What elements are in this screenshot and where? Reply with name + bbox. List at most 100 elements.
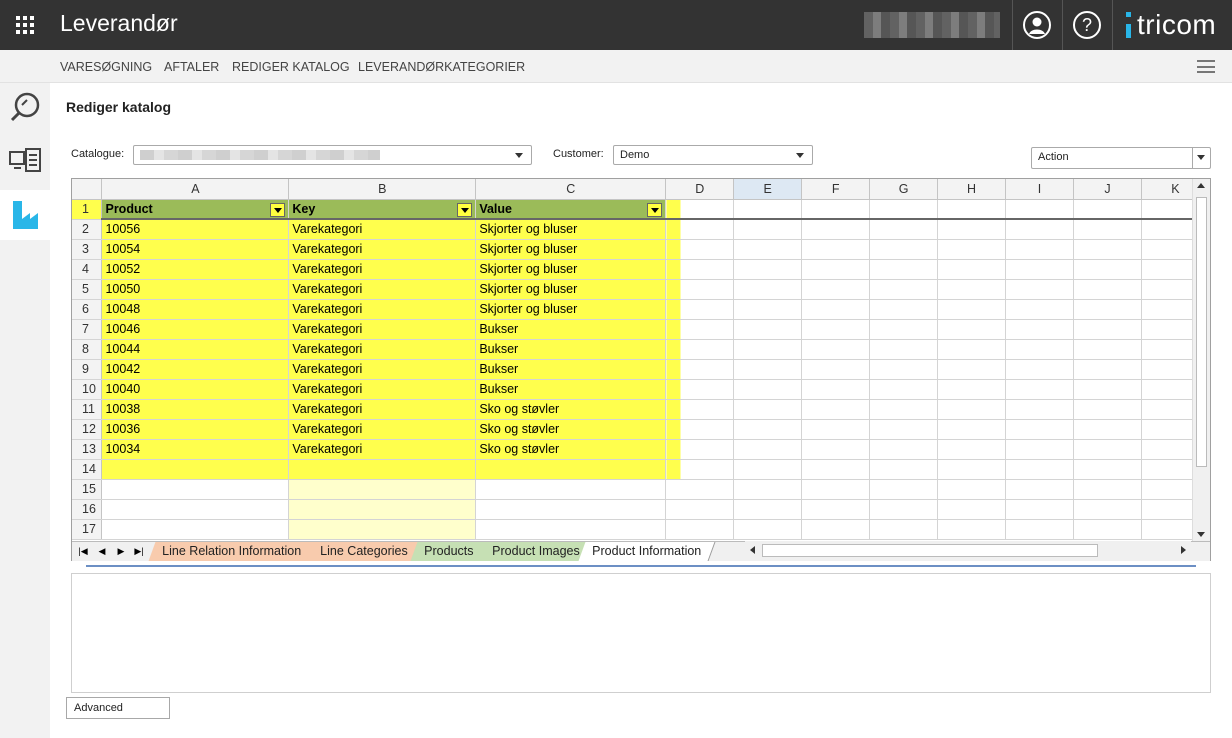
cell[interactable] (733, 459, 803, 480)
customer-select[interactable]: Demo (613, 145, 813, 165)
cell[interactable]: 10050 (101, 279, 290, 300)
cell[interactable] (937, 459, 1007, 480)
cell[interactable]: Bukser (475, 339, 667, 360)
cell[interactable] (733, 519, 803, 540)
cell[interactable] (869, 419, 939, 440)
cell[interactable] (1005, 259, 1074, 280)
app-launcher-icon[interactable] (16, 16, 34, 34)
column-header[interactable]: B (288, 179, 477, 200)
cell[interactable] (733, 319, 803, 340)
filter-dropdown-icon[interactable] (457, 202, 473, 217)
cell[interactable] (1005, 319, 1074, 340)
cell[interactable] (869, 359, 939, 380)
cell[interactable] (665, 439, 735, 460)
header-cell-key[interactable]: Key (288, 199, 477, 220)
cell[interactable] (288, 519, 477, 540)
cell[interactable] (733, 239, 803, 260)
cell[interactable] (733, 499, 803, 520)
cell[interactable]: 10040 (101, 379, 290, 400)
sheet-tab[interactable]: Product Information (578, 542, 716, 561)
cell[interactable] (1005, 279, 1074, 300)
cell[interactable] (801, 519, 871, 540)
cell[interactable] (288, 479, 477, 500)
scroll-down-icon[interactable] (1197, 532, 1205, 537)
row-header[interactable]: 9 (72, 359, 103, 380)
cell[interactable] (665, 499, 735, 520)
cell[interactable] (1073, 299, 1142, 320)
column-header[interactable]: A (101, 179, 290, 200)
cell[interactable] (937, 259, 1007, 280)
cell[interactable] (937, 379, 1007, 400)
cell[interactable] (101, 479, 290, 500)
nav-varesogning[interactable]: VARESØGNING (60, 60, 152, 74)
cell[interactable]: Varekategori (288, 319, 477, 340)
cell[interactable] (801, 499, 871, 520)
cell[interactable] (665, 299, 735, 320)
cell[interactable]: Skjorter og bluser (475, 299, 667, 320)
cell[interactable]: Sko og støvler (475, 399, 667, 420)
cell[interactable] (869, 199, 939, 220)
cell[interactable] (288, 459, 477, 480)
cell[interactable]: 10038 (101, 399, 290, 420)
cell[interactable] (475, 479, 667, 500)
cell[interactable] (733, 279, 803, 300)
cell[interactable] (475, 519, 667, 540)
cell[interactable]: 10044 (101, 339, 290, 360)
cell[interactable] (937, 359, 1007, 380)
cell[interactable]: Varekategori (288, 439, 477, 460)
cell[interactable]: 10052 (101, 259, 290, 280)
cell[interactable] (101, 499, 290, 520)
cell[interactable] (1005, 479, 1074, 500)
nav-aftaler[interactable]: AFTALER (164, 60, 219, 74)
cell[interactable] (665, 219, 735, 240)
menu-icon[interactable] (1197, 60, 1215, 73)
cell[interactable]: Varekategori (288, 219, 477, 240)
cell[interactable] (937, 339, 1007, 360)
row-header[interactable]: 17 (72, 519, 103, 540)
last-sheet-icon[interactable]: ▶| (132, 544, 146, 558)
cell[interactable] (733, 479, 803, 500)
row-header[interactable]: 13 (72, 439, 103, 460)
cell[interactable] (288, 499, 477, 520)
row-header[interactable]: 3 (72, 239, 103, 260)
cell[interactable] (1005, 239, 1074, 260)
cell[interactable] (1005, 359, 1074, 380)
cell[interactable] (101, 459, 290, 480)
cell[interactable]: Varekategori (288, 399, 477, 420)
cell[interactable] (869, 339, 939, 360)
cell[interactable] (665, 199, 735, 220)
column-header[interactable]: G (869, 179, 939, 200)
cell[interactable] (733, 379, 803, 400)
filter-dropdown-icon[interactable] (647, 202, 663, 217)
cell[interactable] (801, 319, 871, 340)
cell[interactable] (665, 279, 735, 300)
cell[interactable] (869, 519, 939, 540)
cell[interactable] (801, 279, 871, 300)
scroll-thumb[interactable] (1196, 197, 1207, 467)
row-header[interactable]: 11 (72, 399, 103, 420)
sidebar-supplier[interactable] (0, 190, 50, 240)
cell[interactable]: Varekategori (288, 379, 477, 400)
cell[interactable] (1073, 339, 1142, 360)
cell[interactable]: 10034 (101, 439, 290, 460)
cell[interactable] (801, 419, 871, 440)
cell[interactable] (665, 239, 735, 260)
user-profile-icon[interactable] (1023, 11, 1051, 39)
splitter[interactable] (86, 565, 1196, 567)
cell[interactable]: Varekategori (288, 259, 477, 280)
cell[interactable] (733, 399, 803, 420)
sheet-tab[interactable]: Line Categories (306, 542, 423, 561)
row-header[interactable]: 2 (72, 219, 103, 240)
cell[interactable]: Skjorter og bluser (475, 279, 667, 300)
cell[interactable] (1073, 219, 1142, 240)
cell[interactable] (733, 439, 803, 460)
cell[interactable]: Varekategori (288, 359, 477, 380)
cell[interactable] (665, 259, 735, 280)
cell[interactable] (869, 219, 939, 240)
cell[interactable] (733, 219, 803, 240)
cell[interactable] (937, 219, 1007, 240)
cell[interactable] (801, 479, 871, 500)
cell[interactable] (1005, 199, 1074, 220)
cell[interactable] (801, 199, 871, 220)
cell[interactable] (733, 419, 803, 440)
